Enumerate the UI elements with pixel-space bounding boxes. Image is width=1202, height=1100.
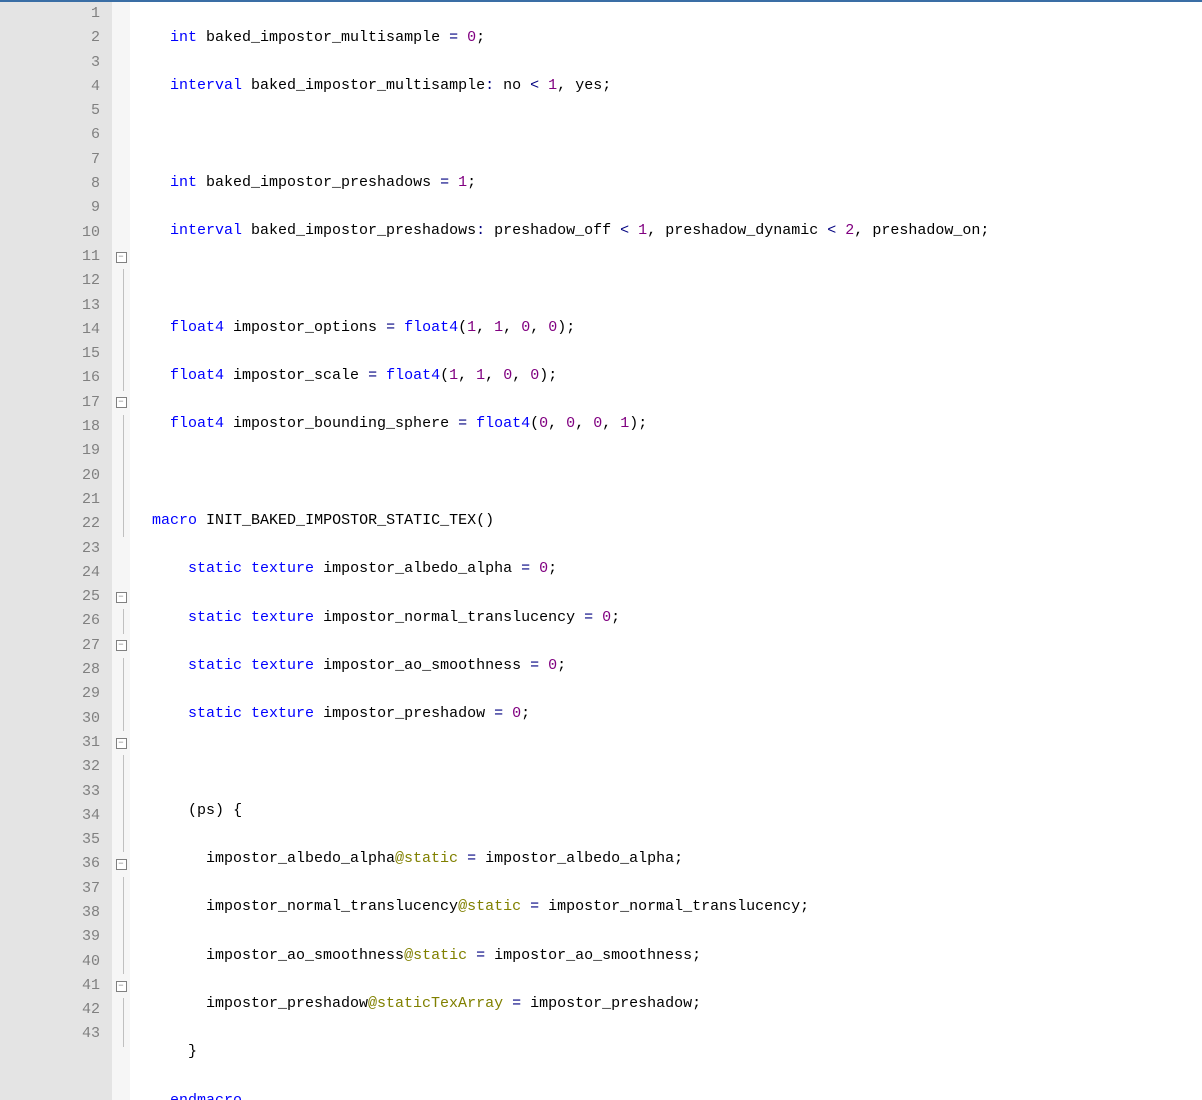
fold-toggle[interactable]: − (112, 391, 130, 415)
line-number: 16 (24, 366, 100, 390)
fold-toggle[interactable]: − (112, 634, 130, 658)
line-number: 23 (24, 537, 100, 561)
line-number: 31 (24, 731, 100, 755)
macro-name: INIT_BAKED_IMPOSTOR_STATIC_TEX (206, 512, 476, 529)
line-number: 38 (24, 901, 100, 925)
fold-toggle[interactable]: − (112, 852, 130, 876)
code-editor: 1 2 3 4 5 6 7 8 9 10 11 12 13 14 15 16 1… (0, 0, 1202, 1100)
line-number: 14 (24, 318, 100, 342)
line-number: 17 (24, 391, 100, 415)
identifier: baked_impostor_multisample (197, 29, 449, 46)
keyword-interval: interval (170, 77, 242, 94)
line-number: 10 (24, 221, 100, 245)
line-number: 33 (24, 780, 100, 804)
line-number: 25 (24, 585, 100, 609)
fold-toggle[interactable]: − (112, 974, 130, 998)
line-number: 22 (24, 512, 100, 536)
line-number: 24 (24, 561, 100, 585)
line-number: 36 (24, 852, 100, 876)
margin-bar (0, 2, 24, 1100)
fold-gutter: − − − − − − − (112, 2, 130, 1100)
line-number: 20 (24, 464, 100, 488)
line-number: 1 (24, 2, 100, 26)
line-number: 15 (24, 342, 100, 366)
line-number: 32 (24, 755, 100, 779)
line-number: 18 (24, 415, 100, 439)
line-number: 2 (24, 26, 100, 50)
line-number: 6 (24, 123, 100, 147)
line-number-gutter: 1 2 3 4 5 6 7 8 9 10 11 12 13 14 15 16 1… (24, 2, 112, 1100)
fold-toggle[interactable]: − (112, 245, 130, 269)
line-number: 3 (24, 51, 100, 75)
line-number: 37 (24, 877, 100, 901)
fold-toggle[interactable]: − (112, 731, 130, 755)
keyword-endmacro: endmacro (170, 1092, 242, 1100)
line-number: 11 (24, 245, 100, 269)
line-number: 21 (24, 488, 100, 512)
keyword-int: int (170, 29, 197, 46)
line-number: 27 (24, 634, 100, 658)
line-number: 13 (24, 294, 100, 318)
line-number: 41 (24, 974, 100, 998)
line-number: 34 (24, 804, 100, 828)
line-number: 28 (24, 658, 100, 682)
keyword-macro: macro (152, 512, 197, 529)
line-number: 5 (24, 99, 100, 123)
line-number: 19 (24, 439, 100, 463)
line-number: 8 (24, 172, 100, 196)
line-number: 40 (24, 950, 100, 974)
line-number: 39 (24, 925, 100, 949)
line-number: 42 (24, 998, 100, 1022)
number: 0 (467, 29, 476, 46)
line-number: 7 (24, 148, 100, 172)
line-number: 35 (24, 828, 100, 852)
line-number: 30 (24, 707, 100, 731)
line-number: 43 (24, 1022, 100, 1046)
line-number: 29 (24, 682, 100, 706)
line-number: 26 (24, 609, 100, 633)
code-area[interactable]: int baked_impostor_multisample = 0; inte… (130, 2, 1202, 1100)
line-number: 12 (24, 269, 100, 293)
op: = (449, 29, 458, 46)
line-number: 9 (24, 196, 100, 220)
fold-toggle[interactable]: − (112, 585, 130, 609)
line-number: 4 (24, 75, 100, 99)
